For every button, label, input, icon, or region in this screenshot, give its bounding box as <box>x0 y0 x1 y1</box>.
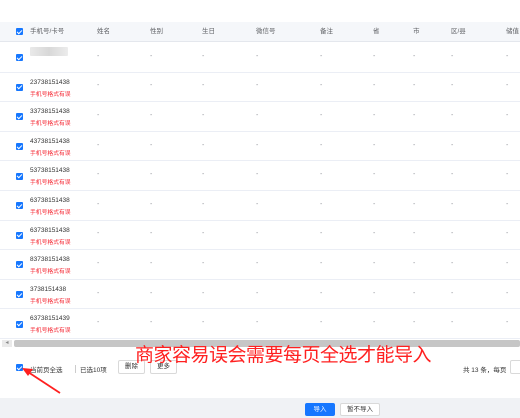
action-bar <box>0 398 520 418</box>
skip-import-button[interactable]: 暂不导入 <box>340 403 380 416</box>
annotation-arrow-icon <box>22 368 61 394</box>
import-preview-panel: 手机号/卡号 姓名 性别 生日 微信号 备注省市区/县 储值 - - - - - - - - -237381… <box>0 0 520 398</box>
import-button[interactable]: 导入 <box>305 403 335 416</box>
